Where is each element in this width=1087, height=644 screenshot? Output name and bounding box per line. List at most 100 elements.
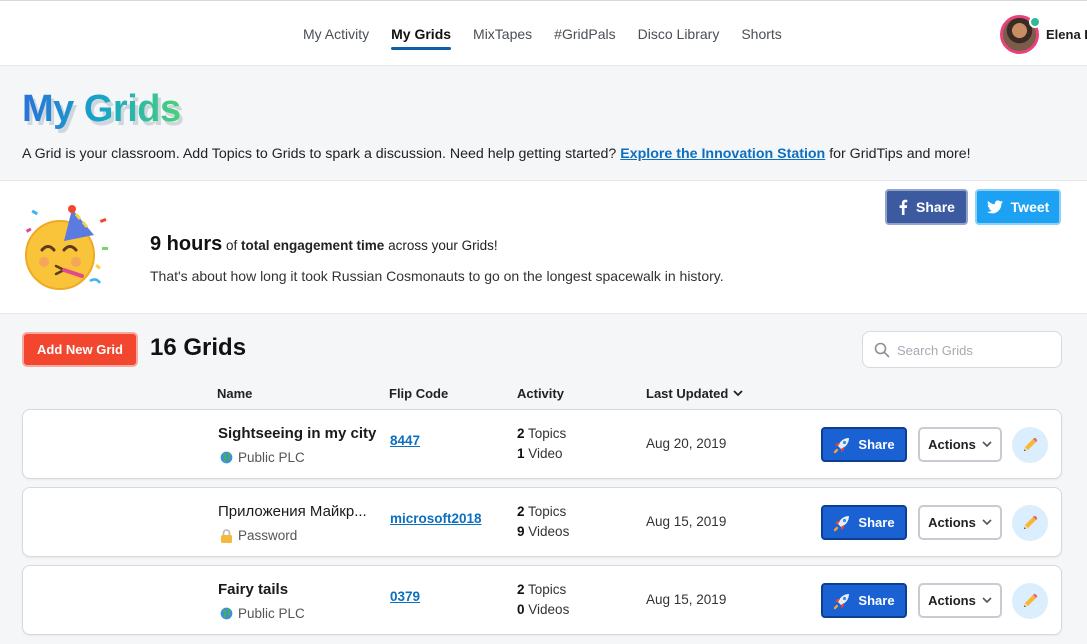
engagement-of: of xyxy=(226,238,238,253)
actions-dropdown[interactable]: Actions xyxy=(918,505,1002,540)
grid-privacy: Password xyxy=(220,528,297,543)
videos-count: 1 xyxy=(517,446,525,461)
share-label: Share xyxy=(858,593,895,608)
actions-dropdown[interactable]: Actions xyxy=(918,583,1002,618)
topics-label: Topics xyxy=(528,504,567,519)
globe-icon xyxy=(220,451,233,464)
grid-privacy: Public PLC xyxy=(220,606,305,621)
videos-label: Video xyxy=(528,446,563,461)
column-header-activity[interactable]: Activity xyxy=(517,386,564,401)
tweet-button[interactable]: Tweet xyxy=(975,189,1061,225)
actions-dropdown[interactable]: Actions xyxy=(918,427,1002,462)
flip-code-link[interactable]: 8447 xyxy=(390,433,420,448)
topics-count: 2 xyxy=(517,504,525,519)
videos-count: 0 xyxy=(517,602,525,617)
add-new-grid-button[interactable]: Add New Grid xyxy=(22,332,138,367)
topics-count: 2 xyxy=(517,426,525,441)
videos-label: Videos xyxy=(528,524,570,539)
grid-name[interactable]: Fairy tails xyxy=(218,581,288,598)
search-box[interactable] xyxy=(862,331,1062,368)
page-title: My Grids xyxy=(22,88,181,130)
sort-chevron-down-icon xyxy=(733,390,743,397)
grid-updated: Aug 15, 2019 xyxy=(646,592,727,607)
videos-label: Videos xyxy=(528,602,570,617)
intro-suffix: for GridTips and more! xyxy=(829,146,971,162)
chevron-down-icon xyxy=(982,597,992,604)
chevron-down-icon xyxy=(982,519,992,526)
engagement-metric: total engagement time xyxy=(241,238,385,253)
rocket-icon xyxy=(834,593,850,609)
grid-videos: 1 Video xyxy=(517,446,563,461)
globe-icon xyxy=(220,607,233,620)
nav-disco-library[interactable]: Disco Library xyxy=(638,18,720,50)
grid-videos: 0 Videos xyxy=(517,602,569,617)
engagement-subtext: That's about how long it took Russian Co… xyxy=(150,268,724,284)
grid-row[interactable]: Fairy tails Public PLC 0379 2 Topics 0 V… xyxy=(22,565,1062,635)
search-input[interactable] xyxy=(897,339,1047,361)
globe-badge-icon xyxy=(1029,16,1041,28)
actions-label: Actions xyxy=(928,437,976,452)
grid-row[interactable]: Приложения Майкр... Password microsoft20… xyxy=(22,487,1062,557)
share-button[interactable]: Share xyxy=(821,505,907,540)
grid-updated: Aug 20, 2019 xyxy=(646,436,727,451)
column-header-last-updated[interactable]: Last Updated xyxy=(646,386,743,401)
pencil-icon xyxy=(1024,515,1038,529)
topics-label: Topics xyxy=(528,426,567,441)
lock-icon xyxy=(221,528,232,543)
facebook-icon xyxy=(899,199,908,215)
facebook-share-label: Share xyxy=(916,199,955,215)
last-updated-label: Last Updated xyxy=(646,386,729,401)
videos-count: 9 xyxy=(517,524,525,539)
grid-topics: 2 Topics xyxy=(517,504,566,519)
grid-name[interactable]: Приложения Майкр... xyxy=(218,503,367,520)
intro-body: A Grid is your classroom. Add Topics to … xyxy=(22,146,617,162)
nav-my-grids[interactable]: My Grids xyxy=(391,18,451,50)
twitter-bird-icon xyxy=(986,200,1003,214)
share-label: Share xyxy=(858,437,895,452)
grid-updated: Aug 15, 2019 xyxy=(646,514,727,529)
innovation-station-link[interactable]: Explore the Innovation Station xyxy=(620,146,825,162)
engagement-card: 9 hours of total engagement time across … xyxy=(0,180,1087,314)
rocket-icon xyxy=(834,515,850,531)
share-button[interactable]: Share xyxy=(821,583,907,618)
chevron-down-icon xyxy=(982,441,992,448)
actions-label: Actions xyxy=(928,593,976,608)
grid-privacy: Public PLC xyxy=(220,450,305,465)
grid-privacy-label: Public PLC xyxy=(238,606,305,621)
flip-code-link[interactable]: microsoft2018 xyxy=(390,511,482,526)
tweet-label: Tweet xyxy=(1010,199,1050,215)
party-face-icon xyxy=(25,205,108,290)
grid-count: 16 Grids xyxy=(150,334,247,361)
pencil-icon xyxy=(1024,437,1038,451)
engagement-hours: 9 hours xyxy=(150,233,223,255)
nav-my-activity[interactable]: My Activity xyxy=(303,18,369,50)
rocket-icon xyxy=(834,437,850,453)
top-nav-bar: My Activity My Grids MixTapes #GridPals … xyxy=(0,0,1087,66)
engagement-stat: 9 hours of total engagement time across … xyxy=(150,233,498,256)
nav-mixtapes[interactable]: MixTapes xyxy=(473,18,532,50)
nav-shorts[interactable]: Shorts xyxy=(741,18,781,50)
actions-label: Actions xyxy=(928,515,976,530)
topics-label: Topics xyxy=(528,582,567,597)
edit-button[interactable] xyxy=(1012,427,1048,463)
flip-code-link[interactable]: 0379 xyxy=(390,589,420,604)
share-button[interactable]: Share xyxy=(821,427,907,462)
share-label: Share xyxy=(858,515,895,530)
facebook-share-button[interactable]: Share xyxy=(885,189,968,225)
grid-row[interactable]: Sightseeing in my city Public PLC 8447 2… xyxy=(22,409,1062,479)
username[interactable]: Elena I xyxy=(1046,27,1087,42)
grid-videos: 9 Videos xyxy=(517,524,569,539)
column-header-flip-code[interactable]: Flip Code xyxy=(389,386,448,401)
grid-name[interactable]: Sightseeing in my city xyxy=(218,425,376,442)
edit-button[interactable] xyxy=(1012,505,1048,541)
main-nav: My Activity My Grids MixTapes #GridPals … xyxy=(292,1,793,67)
topics-count: 2 xyxy=(517,582,525,597)
edit-button[interactable] xyxy=(1012,583,1048,619)
intro-text: A Grid is your classroom. Add Topics to … xyxy=(22,146,971,162)
engagement-suffix: across your Grids! xyxy=(388,238,498,253)
nav-gridpals[interactable]: #GridPals xyxy=(554,18,615,50)
column-header-name[interactable]: Name xyxy=(217,386,252,401)
pencil-icon xyxy=(1024,593,1038,607)
grid-topics: 2 Topics xyxy=(517,582,566,597)
grid-privacy-label: Password xyxy=(238,528,298,543)
